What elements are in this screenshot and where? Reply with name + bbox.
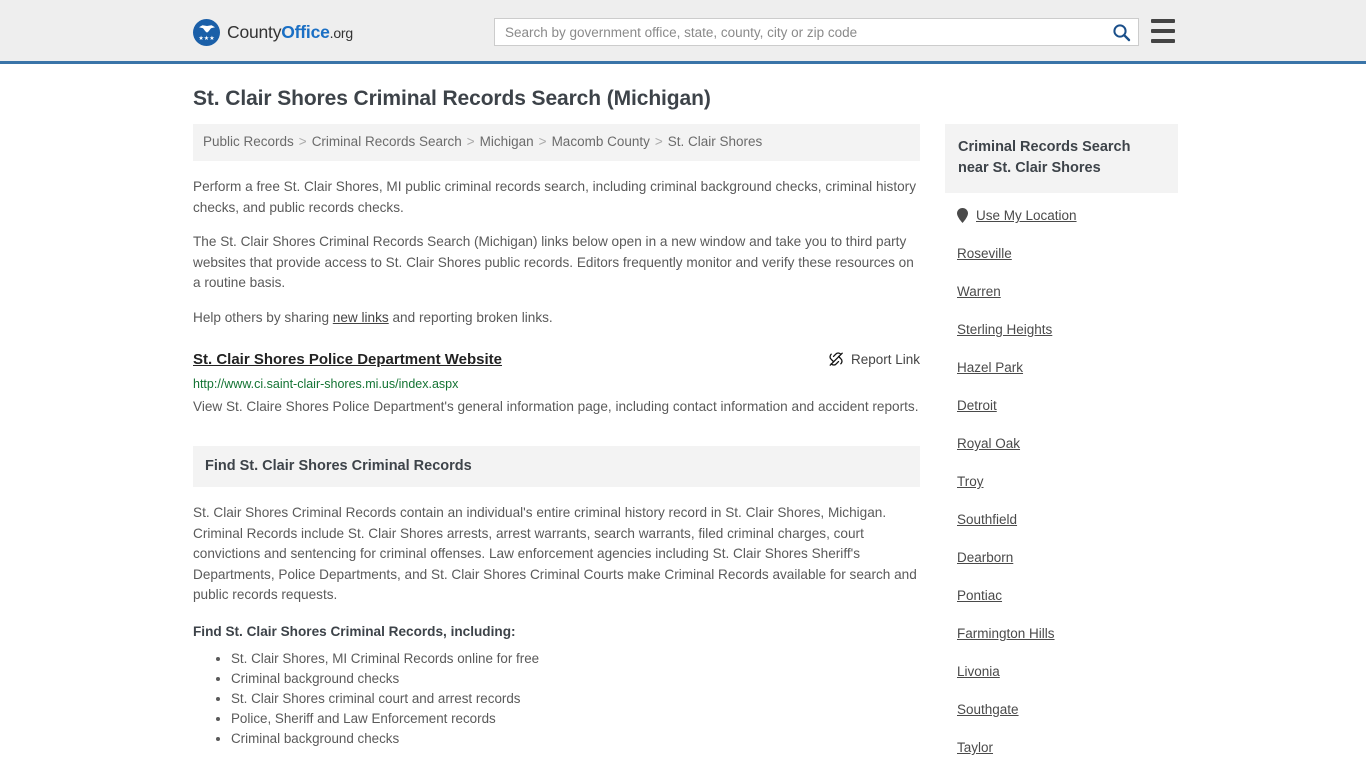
intro-paragraph-1: Perform a free St. Clair Shores, MI publ… (193, 179, 916, 215)
result-description: View St. Claire Shores Police Department… (193, 399, 919, 414)
logo-text-county: County (227, 22, 282, 42)
hamburger-menu-button[interactable] (1151, 19, 1175, 43)
breadcrumb-separator: > (466, 134, 475, 149)
county-office-emblem-icon: ★★★ (193, 19, 220, 46)
sidebar-item-southgate[interactable]: Southgate (957, 701, 1178, 718)
sidebar-link-label[interactable]: Sterling Heights (957, 321, 1052, 338)
intro-paragraph-2: The St. Clair Shores Criminal Records Se… (193, 234, 914, 290)
page-title: St. Clair Shores Criminal Records Search… (193, 87, 711, 110)
sidebar-column: Criminal Records Search near St. Clair S… (945, 124, 1178, 768)
result-item: St. Clair Shores Police Department Websi… (193, 350, 920, 418)
hamburger-bar-2 (1151, 29, 1175, 33)
sidebar-link-label[interactable]: Roseville (957, 245, 1012, 262)
breadcrumb: Public Records > Criminal Records Search > M… (193, 124, 920, 161)
site-logo[interactable]: ★★★ CountyOffice.org (193, 19, 353, 46)
new-links-link[interactable]: new links (333, 310, 389, 325)
search-icon (1112, 23, 1130, 41)
sidebar-item-taylor[interactable]: Taylor (957, 739, 1178, 756)
help-line-after: and reporting broken links. (388, 309, 553, 325)
search-input[interactable] (495, 19, 1104, 45)
sidebar-panel-nearby-search: Criminal Records Search near St. Clair S… (945, 124, 1178, 756)
sidebar-link-label[interactable]: Troy (957, 473, 984, 490)
sidebar-item-farmington-hills[interactable]: Farmington Hills (957, 625, 1178, 642)
search-bar[interactable] (494, 18, 1139, 46)
sidebar-link-label[interactable]: Hazel Park (957, 359, 1023, 376)
search-button[interactable] (1104, 19, 1138, 45)
site-header: ★★★ CountyOffice.org (0, 0, 1366, 64)
breadcrumb-item-macomb-county[interactable]: Macomb County (552, 134, 650, 149)
sidebar-item-pontiac[interactable]: Pontiac (957, 587, 1178, 604)
sidebar-item-troy[interactable]: Troy (957, 473, 1178, 490)
breadcrumb-item-st-clair-shores[interactable]: St. Clair Shores (668, 134, 763, 149)
eagle-icon (198, 25, 215, 33)
sidebar-link-label[interactable]: Southgate (957, 701, 1019, 718)
sidebar-link-label[interactable]: Dearborn (957, 549, 1013, 566)
breadcrumb-separator: > (298, 134, 307, 149)
list-item: Police, Sheriff and Law Enforcement reco… (231, 709, 920, 729)
sidebar-link-label[interactable]: Royal Oak (957, 435, 1020, 452)
list-item: St. Clair Shores, MI Criminal Records on… (231, 649, 920, 669)
map-pin-icon (957, 208, 968, 223)
breadcrumb-separator: > (654, 134, 663, 149)
section-body-text: St. Clair Shores Criminal Records contai… (193, 505, 917, 602)
sidebar-link-label[interactable]: Detroit (957, 397, 997, 414)
emblem-stars: ★★★ (198, 36, 215, 42)
sidebar-link-label[interactable]: Pontiac (957, 587, 1002, 604)
sidebar-item-dearborn[interactable]: Dearborn (957, 549, 1178, 566)
section-sub-heading: Find St. Clair Shores Criminal Records, … (193, 623, 516, 639)
hamburger-bar-3 (1151, 39, 1175, 43)
breadcrumb-item-criminal-records-search[interactable]: Criminal Records Search (312, 134, 462, 149)
sidebar-item-sterling-heights[interactable]: Sterling Heights (957, 321, 1178, 338)
list-item: Criminal background checks (231, 729, 920, 749)
result-title-link[interactable]: St. Clair Shores Police Department Websi… (193, 350, 502, 370)
hamburger-bar-1 (1151, 19, 1175, 23)
help-line-before: Help others by sharing (193, 309, 333, 325)
sidebar-item-detroit[interactable]: Detroit (957, 397, 1178, 414)
sidebar-item-southfield[interactable]: Southfield (957, 511, 1178, 528)
sidebar-item-hazel-park[interactable]: Hazel Park (957, 359, 1178, 376)
sidebar-link-label[interactable]: Livonia (957, 663, 1000, 680)
sidebar-link-label[interactable]: Taylor (957, 739, 993, 756)
list-item: St. Clair Shores criminal court and arre… (231, 689, 920, 709)
page-body: St. Clair Shores Criminal Records Search… (0, 87, 1366, 768)
sidebar-link-label[interactable]: Warren (957, 283, 1001, 300)
sidebar-links-list: Use My Location Roseville Warren Sterlin… (945, 193, 1178, 756)
sidebar-item-royal-oak[interactable]: Royal Oak (957, 435, 1178, 452)
list-item: Criminal background checks (231, 669, 920, 689)
logo-text-org: .org (329, 25, 354, 41)
section-heading-find-records: Find St. Clair Shores Criminal Records (193, 446, 920, 487)
sidebar-item-livonia[interactable]: Livonia (957, 663, 1178, 680)
sidebar-link-label[interactable]: Farmington Hills (957, 625, 1055, 642)
main-content-column: Public Records > Criminal Records Search > M… (193, 124, 920, 749)
help-others-line: Help others by sharing new links and rep… (193, 308, 920, 329)
sidebar-link-label[interactable]: Southfield (957, 511, 1017, 528)
broken-link-icon (829, 352, 843, 366)
result-url: http://www.ci.saint-clair-shores.mi.us/i… (193, 377, 459, 391)
breadcrumb-item-public-records[interactable]: Public Records (203, 134, 294, 149)
breadcrumb-item-michigan[interactable]: Michigan (480, 134, 534, 149)
sidebar-item-roseville[interactable]: Roseville (957, 245, 1178, 262)
sidebar-item-warren[interactable]: Warren (957, 283, 1178, 300)
sidebar-link-label[interactable]: Use My Location (976, 207, 1077, 224)
sidebar-panel-title: Criminal Records Search near St. Clair S… (945, 124, 1178, 193)
breadcrumb-separator: > (538, 134, 547, 149)
logo-text-office: Office (281, 22, 330, 42)
sidebar-item-use-my-location[interactable]: Use My Location (957, 207, 1178, 224)
report-link-button[interactable]: Report Link (828, 350, 920, 367)
logo-wordmark: CountyOffice.org (227, 22, 353, 43)
report-link-label: Report Link (850, 351, 920, 367)
records-bullet-list: St. Clair Shores, MI Criminal Records on… (193, 649, 920, 749)
